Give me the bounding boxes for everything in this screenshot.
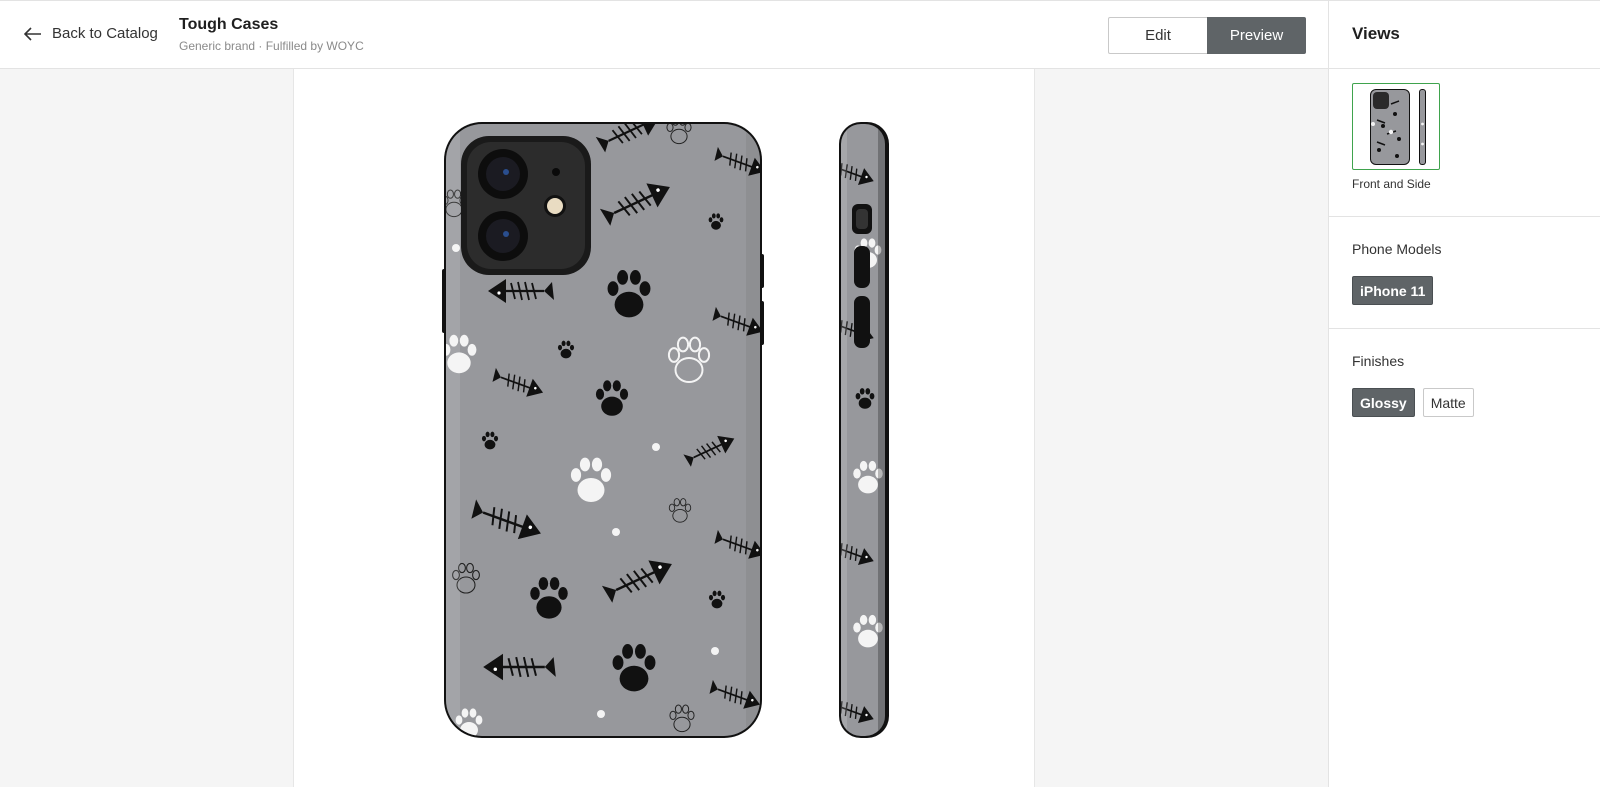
finishes-title: Finishes [1352,353,1405,369]
phone-model-options: iPhone 11 [1352,276,1577,305]
product-subtitle: Generic brand · Fulfilled by WOYC [179,39,364,53]
views-sidebar: Views Front and Side Phone Models iPhone… [1328,0,1600,787]
product-title-block: Tough Cases Generic brand · Fulfilled by… [179,16,364,53]
views-section: Front and Side [1329,69,1600,217]
preview-canvas [293,69,1035,787]
finishes-section: Finishes Glossy Matte [1329,329,1600,417]
sidebar-title: Views [1329,0,1600,69]
view-label: Front and Side [1352,177,1431,191]
edit-button[interactable]: Edit [1108,17,1207,54]
phone-model-option-iphone-11[interactable]: iPhone 11 [1352,276,1434,305]
phone-models-title: Phone Models [1352,241,1442,257]
case-side [839,122,889,738]
arrow-left-icon [24,26,41,41]
page-title: Tough Cases [179,16,279,33]
finish-option-glossy[interactable]: Glossy [1352,388,1415,417]
finish-options: Glossy Matte [1352,388,1577,417]
back-label: Back to Catalog [52,25,158,42]
preview-button[interactable]: Preview [1207,17,1306,54]
mode-toggle: Edit Preview [1108,17,1306,54]
finish-option-matte[interactable]: Matte [1422,388,1474,417]
phone-case-preview [442,122,889,738]
camera-module [461,136,591,275]
phone-models-section: Phone Models iPhone 11 [1329,217,1600,329]
view-thumbnail-front-and-side[interactable] [1352,83,1440,170]
header: Back to Catalog Tough Cases Generic bran… [0,0,1328,69]
app: Back to Catalog Tough Cases Generic bran… [0,0,1600,787]
case-front [442,122,764,738]
thumbnail-image [1370,89,1426,165]
back-to-catalog-link[interactable]: Back to Catalog [24,25,158,42]
preview-area [0,69,1328,787]
